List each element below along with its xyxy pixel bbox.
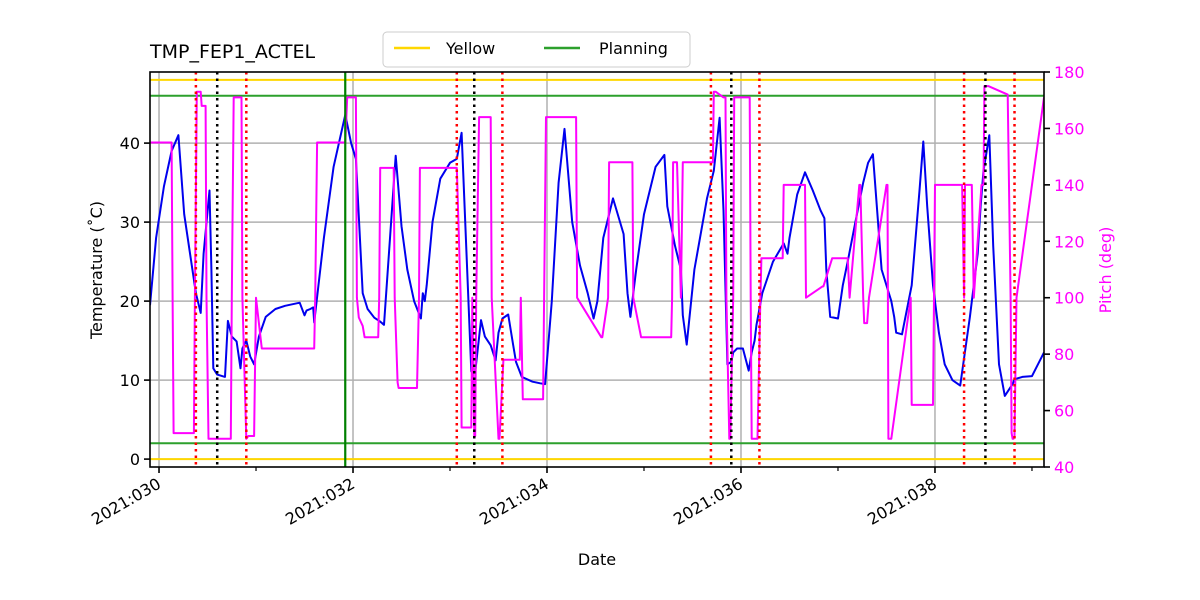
y2-tick-label: 100: [1054, 289, 1085, 308]
x-tick-label: 2021:034: [476, 474, 552, 529]
y-tick-label: 40: [120, 134, 140, 153]
y-tick-label: 20: [120, 292, 140, 311]
grid: [150, 72, 1044, 467]
y2-tick-label: 40: [1054, 458, 1074, 477]
y2-tick-label: 60: [1054, 402, 1074, 421]
vertical-markers: [194, 72, 1016, 467]
chart: TMP_FEP1_ACTEL Yellow Planning 2021:030 2…: [87, 31, 1115, 569]
y2-tick-label: 140: [1054, 176, 1085, 195]
x-axis: 2021:030 2021:032 2021:034 2021:036 2021:038: [88, 467, 1033, 529]
y2-tick-label: 180: [1054, 63, 1085, 82]
y2-tick-label: 80: [1054, 345, 1074, 364]
x-tick-label: 2021:030: [88, 474, 164, 529]
y-axis-right: 40 60 80 100 120 140 160 180: [1044, 63, 1085, 477]
y2-tick-label: 160: [1054, 119, 1085, 138]
y-tick-label: 30: [120, 213, 140, 232]
chart-title: TMP_FEP1_ACTEL: [149, 41, 315, 63]
x-tick-label: 2021:032: [282, 474, 358, 529]
y-tick-label: 0: [130, 450, 140, 469]
limit-lines: [150, 78, 1044, 461]
plot-frame: [149, 71, 1045, 468]
legend-label-yellow: Yellow: [445, 39, 495, 58]
pitch-series-line: [150, 85, 1044, 440]
y-tick-label: 10: [120, 371, 140, 390]
legend: Yellow Planning: [382, 31, 691, 68]
x-tick-label: 2021:036: [670, 474, 746, 529]
y2-tick-label: 120: [1054, 232, 1085, 251]
temperature-series-line: [150, 113, 1044, 397]
x-tick-label: 2021:038: [864, 474, 940, 529]
y2-axis-label: Pitch (deg): [1096, 227, 1115, 314]
y-axis-left: 0 10 20 30 40: [120, 134, 150, 469]
y-axis-label: Temperature (˚C): [87, 201, 106, 340]
x-axis-label: Date: [578, 550, 616, 569]
legend-label-planning: Planning: [599, 39, 668, 58]
series-layer: [150, 85, 1044, 440]
